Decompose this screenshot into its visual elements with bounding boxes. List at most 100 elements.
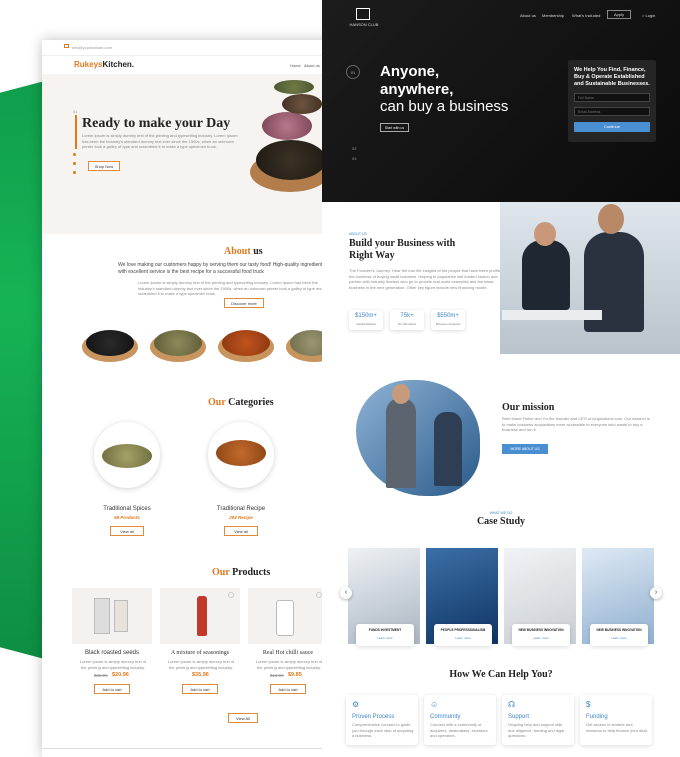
stat-value: $150m+ [355,313,377,319]
traditional-spices-image [102,444,152,468]
categories-title: Our Categories [208,397,274,408]
nav-home[interactable]: Home [290,63,301,68]
herb-spice-image [154,330,202,356]
view-all-button[interactable]: View all [110,526,144,536]
heart-icon[interactable] [228,592,234,598]
community-icon: ☺ [430,700,439,709]
chevron-left-icon[interactable]: ‹ [340,587,352,599]
service-text: Get access to lenders and investors to h… [586,722,648,733]
product-name: Black roasted seeds [84,650,140,656]
category-count: 294 Recipe [229,515,253,520]
apply-button[interactable]: Apply [607,10,631,19]
nav-membership[interactable]: Membership [542,13,564,18]
sauce-jar [276,600,294,636]
product-price: $35.96 [192,672,209,678]
person-figure [434,412,462,486]
desk [502,310,602,320]
business-page: HANSON CLUB About us Membership What's I… [322,0,680,757]
about-lead: We love making our customers happy by se… [118,262,325,275]
seed-bag [94,598,110,634]
mission-title: Our mission [502,402,555,413]
money-icon: $ [586,700,591,709]
service-text: Ongoing help and support with due dilige… [508,722,565,738]
product-price: $20.96 [112,672,129,678]
product-text: Lorem Ipsum is simply dummy text of the … [167,659,235,670]
build-kicker: ABOUT US [349,232,367,236]
discover-more-button[interactable]: Discover more [224,298,264,308]
slide-number[interactable]: 03 [352,156,356,161]
hero-accent-bar [75,115,77,149]
case-card-title: FUNDS INVESTMENT [368,628,402,632]
learn-more-link[interactable]: Learn more [512,636,570,640]
slide-dot[interactable] [73,171,76,174]
mission-text: Ruth Marie Fisher and I'm the founder an… [502,416,650,432]
headset-icon: ☊ [508,700,516,709]
gear-icon: ⚙ [352,700,360,709]
email-input[interactable] [574,107,650,116]
start-button[interactable]: Start with us [380,123,409,132]
stat-value: $550m+ [437,313,459,319]
person-head [392,384,410,404]
view-all-products-button[interactable]: View All [228,713,258,723]
service-title: Proven Process [352,714,395,720]
stat-value: 75k+ [400,313,414,319]
product-image[interactable] [72,588,152,644]
add-to-cart-button[interactable]: Add to cart [270,684,306,694]
chili-powder-image [222,330,270,356]
black-pepper-image [86,330,134,356]
sauce-bottle [197,596,207,636]
kitchen-logo[interactable]: RukeysKitchen. [74,60,134,69]
hero-number: 01 [73,109,78,114]
shop-now-button[interactable]: Shop Now [88,161,120,171]
traditional-recipe-image [216,440,266,466]
case-card-title: NEW BUSINESS INNOVATION [596,628,642,632]
nav-about[interactable]: About us [304,63,320,68]
form-title: We Help You Find, Finance, Buy & Operate… [574,67,650,87]
add-to-cart-button[interactable]: Add to cart [94,684,130,694]
nav-whats-included[interactable]: What's Included [572,13,600,18]
mail-icon [64,44,69,48]
chevron-right-icon[interactable]: › [650,587,662,599]
product-text: Lorem Ipsum is simply dummy text of the … [255,659,323,670]
slide-dot[interactable] [73,162,76,165]
businessman-head [598,204,624,234]
login-link[interactable]: ○ Login [642,13,655,18]
service-text: Comprehensive courses to guide you throu… [352,722,414,738]
add-to-cart-button[interactable]: Add to cart [182,684,218,694]
nav-about[interactable]: About us [520,13,536,18]
product-name: Real Hot chilli sauce [262,650,314,656]
hero-line-2: anywhere, [380,81,454,98]
hero-text: Lorem Ipsum is simply dummy text of the … [82,133,238,149]
about-title: About us [224,246,263,257]
view-all-button[interactable]: View all [224,526,258,536]
club-logo[interactable]: HANSON CLUB [346,22,382,27]
slide-dot[interactable] [73,153,76,156]
service-text: Connect with a community of acquirers, d… [430,722,488,738]
topbar-email[interactable]: info@yourdomain.com [72,45,112,50]
rose-petals-image [262,112,312,140]
case-kicker: WHAT WE DO [489,511,513,515]
more-about-button[interactable]: MORE ABOUT US [502,444,548,454]
products-title: Our Products [212,567,271,578]
hero-line-3: can buy a business [380,98,509,115]
case-title: Case Study [476,516,526,527]
slide-number[interactable]: 01 [346,65,360,79]
help-title: How We Can Help You? [449,669,553,680]
service-card[interactable] [580,695,652,745]
tea-leaves-image [256,140,326,180]
club-logo-icon[interactable] [356,8,370,20]
product-old-price: $32.95 [94,673,108,678]
learn-more-link[interactable]: Learn more [356,636,414,640]
person-figure [386,398,416,488]
hero-title: Ready to make your Day [82,116,231,131]
learn-more-link[interactable]: Learn more [434,636,492,640]
continue-button[interactable]: Continue [574,122,650,132]
category-name: Traditional Recipe [216,506,266,512]
learn-more-link[interactable]: Learn more [590,636,648,640]
slide-number[interactable]: 02 [352,146,356,151]
herbs-image [274,80,314,94]
full-name-input[interactable] [574,93,650,102]
stat-label: Our Members [397,322,417,326]
divider [42,748,332,749]
top-bar: info@yourdomain.com [42,40,332,56]
